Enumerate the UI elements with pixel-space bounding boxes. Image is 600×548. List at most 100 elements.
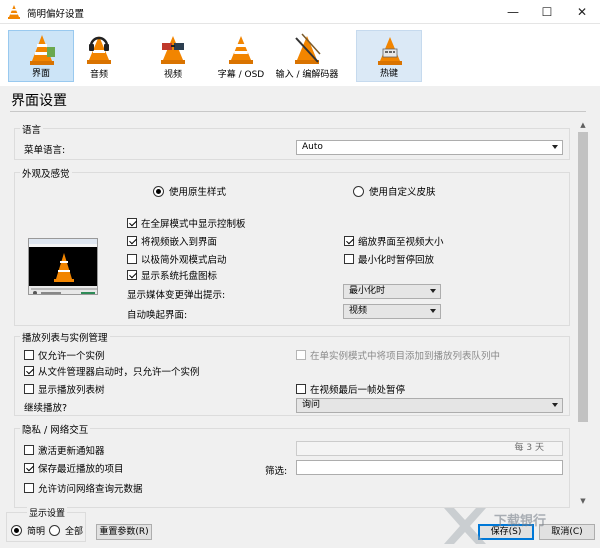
category-input-label: 输入 / 编解码器	[275, 70, 339, 80]
checkbox-indicator	[296, 350, 306, 360]
menu-language-select[interactable]: Auto	[296, 140, 563, 155]
checkbox-indicator	[344, 254, 354, 264]
custom-skin-radio[interactable]: 使用自定义皮肤	[353, 184, 436, 198]
update-days-spinbox[interactable]: 每 3 天	[296, 441, 563, 456]
chevron-down-icon	[552, 403, 558, 407]
native-style-radio[interactable]: 使用原生样式	[153, 184, 226, 198]
window-title: 简明偏好设置	[27, 9, 85, 20]
continue-playback-select[interactable]: 询问	[296, 398, 563, 413]
minimal-start-label: 以极简外观模式启动	[141, 255, 227, 266]
checkbox-indicator	[127, 270, 137, 280]
pause-last-frame-label: 在视频最后一帧处暂停	[310, 385, 406, 396]
category-subtitles-osd[interactable]: 字幕 / OSD	[208, 30, 274, 82]
category-hotkeys[interactable]: 热键	[356, 30, 422, 82]
update-notifier-checkbox[interactable]: 激活更新通知器	[24, 443, 105, 457]
interface-preview-image	[28, 238, 98, 295]
category-audio-label: 音频	[89, 70, 108, 80]
interface-cone-icon	[30, 35, 55, 65]
checkbox-indicator	[24, 483, 34, 493]
checkbox-indicator	[127, 254, 137, 264]
page-title: 界面设置	[11, 93, 67, 109]
minimize-button[interactable]: —	[496, 0, 530, 24]
embed-video-checkbox[interactable]: 将视频嵌入到界面	[127, 234, 217, 248]
checkbox-indicator	[127, 236, 137, 246]
filter-input[interactable]	[296, 460, 563, 475]
language-group-title: 语言	[20, 122, 44, 136]
scrollbar-thumb[interactable]	[578, 132, 588, 422]
checkbox-indicator	[24, 350, 34, 360]
show-settings-group: 显示设置 简明 全部	[6, 506, 86, 542]
radio-indicator	[49, 525, 60, 536]
popup-select[interactable]: 最小化时	[343, 284, 441, 299]
file-manager-instance-checkbox[interactable]: 从文件管理器启动时，只允许一个实例	[24, 364, 200, 378]
resize-interface-label: 缩放界面至视频大小	[358, 237, 444, 248]
continue-playback-value: 询问	[302, 400, 321, 410]
checkbox-indicator	[24, 445, 34, 455]
all-mode-label: 全部	[65, 527, 84, 537]
category-toolbar: 界面 音频 视频 字幕 / OSD 输入 / 编解码器 热键	[0, 24, 600, 86]
checkbox-indicator	[24, 384, 34, 394]
popup-label: 显示媒体变更弹出提示:	[127, 290, 226, 301]
look-feel-group-title: 外观及感觉	[20, 166, 72, 180]
headphones-cone-icon	[87, 36, 111, 64]
privacy-group-title: 隐私 / 网络交互	[20, 422, 91, 436]
show-settings-label: 显示设置	[27, 506, 68, 519]
systray-checkbox[interactable]: 显示系统托盘图标	[127, 268, 217, 282]
reset-preferences-button[interactable]: 重置参数(R)	[96, 524, 152, 540]
category-input-codecs[interactable]: 输入 / 编解码器	[274, 30, 340, 82]
metadata-access-checkbox[interactable]: 允许访问网络查询元数据	[24, 481, 143, 495]
all-mode-radio[interactable]: 全部	[49, 524, 83, 537]
checkbox-indicator	[344, 236, 354, 246]
continue-playback-label: 继续播放?	[24, 403, 68, 414]
pause-minimized-checkbox[interactable]: 最小化时暂停回放	[344, 252, 434, 266]
vlc-cone-icon	[8, 5, 20, 19]
enqueue-label: 在单实例模式中将项目添加到播放列表队列中	[310, 351, 501, 362]
vertical-scrollbar[interactable]: ▲ ▼	[576, 118, 590, 508]
update-days-value: 每 3 天	[514, 443, 544, 453]
category-hotkeys-label: 热键	[379, 69, 398, 79]
input-codecs-cone-icon	[295, 33, 321, 64]
menu-language-value: Auto	[302, 142, 323, 152]
save-recent-label: 保存最近播放的项目	[38, 464, 124, 475]
native-style-label: 使用原生样式	[169, 187, 227, 198]
category-video[interactable]: 视频	[140, 30, 206, 82]
raise-interface-select[interactable]: 视频	[343, 304, 441, 319]
pause-minimized-label: 最小化时暂停回放	[358, 255, 435, 266]
one-instance-checkbox[interactable]: 仅允许一个实例	[24, 348, 105, 362]
minimal-start-checkbox[interactable]: 以极简外观模式启动	[127, 252, 227, 266]
simple-mode-label: 简明	[27, 527, 46, 537]
maximize-button[interactable]: ☐	[530, 0, 564, 24]
title-divider	[10, 111, 586, 112]
title-bar: 简明偏好设置 — ☐ ✕	[0, 0, 600, 24]
subtitles-cone-icon	[229, 36, 253, 64]
update-notifier-label: 激活更新通知器	[38, 446, 105, 457]
scroll-up-icon[interactable]: ▲	[576, 118, 590, 132]
enqueue-checkbox[interactable]: 在单实例模式中将项目添加到播放列表队列中	[296, 348, 500, 362]
systray-label: 显示系统托盘图标	[141, 271, 218, 282]
fullscreen-controller-checkbox[interactable]: 在全屏模式中显示控制板	[127, 216, 246, 230]
category-interface[interactable]: 界面	[8, 30, 74, 82]
playlist-tree-checkbox[interactable]: 显示播放列表树	[24, 382, 105, 396]
filter-label: 筛选:	[265, 466, 288, 477]
radio-indicator	[153, 185, 164, 197]
menu-language-label: 菜单语言:	[24, 145, 66, 156]
radio-indicator	[353, 185, 364, 197]
checkbox-indicator	[127, 218, 137, 228]
playlist-group-title: 播放列表与实例管理	[20, 330, 110, 344]
pause-last-frame-checkbox[interactable]: 在视频最后一帧处暂停	[296, 382, 405, 396]
watermark-text: 下载银行	[494, 514, 547, 529]
save-recent-checkbox[interactable]: 保存最近播放的项目	[24, 461, 124, 475]
category-audio[interactable]: 音频	[66, 30, 132, 82]
watermark-logo: 下载银行	[440, 502, 600, 548]
file-manager-instance-label: 从文件管理器启动时，只允许一个实例	[38, 367, 200, 378]
fullscreen-controller-label: 在全屏模式中显示控制板	[141, 219, 246, 230]
radio-indicator	[11, 525, 22, 536]
checkbox-indicator	[24, 463, 34, 473]
glasses-cone-icon	[161, 36, 185, 64]
one-instance-label: 仅允许一个实例	[38, 351, 105, 362]
simple-mode-radio[interactable]: 简明	[11, 524, 45, 537]
embed-video-label: 将视频嵌入到界面	[141, 237, 218, 248]
close-button[interactable]: ✕	[565, 0, 599, 24]
resize-interface-checkbox[interactable]: 缩放界面至视频大小	[344, 234, 444, 248]
player-preview-icon	[29, 239, 97, 294]
